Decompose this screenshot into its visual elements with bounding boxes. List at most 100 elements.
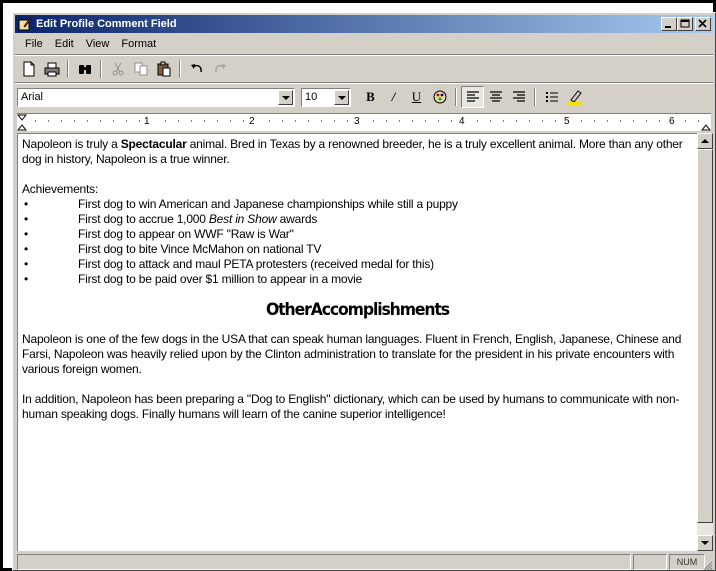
bullet-icon: • — [24, 227, 29, 241]
ruler-tick — [399, 120, 400, 122]
cut-button[interactable] — [106, 58, 129, 80]
toolbar-divider — [15, 82, 713, 84]
chevron-down-icon[interactable] — [334, 89, 349, 105]
list-item-text: First dog to accrue 1,000 — [78, 212, 209, 226]
menu-view[interactable]: View — [80, 35, 116, 53]
color-palette-icon — [433, 90, 446, 104]
find-button[interactable] — [73, 58, 96, 80]
app-icon — [18, 17, 32, 31]
resize-grip-icon[interactable] — [701, 559, 713, 571]
ruler-tick — [646, 120, 647, 122]
highlight-button[interactable] — [563, 86, 586, 108]
bold-button[interactable]: B — [359, 86, 382, 108]
toolbar-separator — [100, 60, 102, 78]
editor-window: Edit Profile Comment Field File Edit Vie… — [12, 12, 716, 571]
list-item-text: First dog to win American and Japanese c… — [78, 197, 458, 211]
left-indent-marker-icon[interactable] — [17, 114, 29, 132]
binoculars-icon — [78, 65, 91, 74]
list-item: • First dog to be paid over $1 million to… — [22, 272, 693, 287]
redo-icon — [214, 64, 226, 73]
achievements-label: Achievements: — [22, 182, 99, 196]
highlighter-icon — [567, 90, 582, 105]
bullet-list-icon — [545, 92, 558, 102]
align-right-button[interactable] — [507, 86, 530, 108]
ruler-tick — [35, 120, 36, 122]
toolbar-separator — [455, 88, 457, 106]
bullet-icon: • — [24, 212, 29, 226]
menu-separator — [15, 54, 713, 56]
underline-icon: U — [411, 89, 422, 104]
ruler-number: 4 — [459, 116, 465, 127]
scroll-down-button[interactable] — [697, 535, 713, 551]
ruler-tick — [48, 120, 49, 122]
bold-icon: B — [366, 89, 375, 104]
ruler-tick — [438, 120, 439, 122]
menu-file[interactable]: File — [19, 35, 49, 53]
standard-toolbar — [17, 57, 711, 81]
new-button[interactable] — [17, 58, 40, 80]
ruler-tick — [308, 120, 309, 122]
status-bar: NUM — [15, 553, 713, 571]
bullet-icon: • — [24, 197, 29, 211]
undo-icon — [190, 64, 202, 73]
ruler-tick — [295, 120, 296, 122]
ruler-tick — [165, 120, 166, 122]
toolbar-separator — [67, 60, 69, 78]
close-button[interactable] — [695, 17, 711, 31]
title-bar[interactable]: Edit Profile Comment Field — [15, 15, 713, 33]
list-item-text: First dog to bite Vince McMahon on natio… — [78, 242, 322, 256]
ruler[interactable]: 1 2 3 4 5 6 — [17, 113, 711, 131]
print-button[interactable] — [40, 58, 63, 80]
ruler-tick — [126, 120, 127, 122]
print-icon — [44, 62, 59, 77]
menu-edit[interactable]: Edit — [49, 35, 80, 53]
ruler-tick — [633, 120, 634, 122]
ruler-tick — [581, 120, 582, 122]
toolbar-separator — [179, 60, 181, 78]
font-name-select[interactable]: Arial — [17, 87, 295, 107]
menu-format[interactable]: Format — [115, 35, 162, 53]
ruler-tick — [217, 120, 218, 122]
ruler-tick — [620, 120, 621, 122]
body-paragraph: In addition, Napoleon has been preparing… — [22, 392, 680, 421]
format-toolbar: Arial 10 B / U — [17, 85, 711, 109]
right-indent-marker-icon[interactable] — [701, 114, 711, 132]
font-size-select[interactable]: 10 — [301, 87, 351, 107]
ruler-number: 1 — [144, 116, 150, 127]
chevron-down-icon[interactable] — [278, 89, 293, 105]
ruler-tick — [477, 120, 478, 122]
minimize-button[interactable] — [661, 17, 677, 31]
list-item-text: First dog to be paid over $1 million to … — [78, 272, 363, 286]
italic-button[interactable]: / — [382, 86, 405, 108]
menu-bar: File Edit View Format — [15, 35, 713, 53]
list-item: • First dog to accrue 1,000 Best in Show … — [22, 212, 693, 227]
ruler-tick — [100, 120, 101, 122]
maximize-icon — [680, 19, 690, 28]
copy-button[interactable] — [129, 58, 152, 80]
ruler-tick — [139, 120, 140, 122]
list-item: • First dog to attack and maul PETA prote… — [22, 257, 693, 272]
ruler-tick — [269, 120, 270, 122]
align-center-button[interactable] — [484, 86, 507, 108]
undo-button[interactable] — [185, 58, 208, 80]
scroll-up-button[interactable] — [697, 133, 713, 149]
intro-paragraph: Napoleon is truly a Spectacular animal. … — [22, 137, 693, 167]
maximize-button[interactable] — [677, 17, 693, 31]
ruler-tick — [74, 120, 75, 122]
comment-editor[interactable]: Napoleon is truly a Spectacular animal. … — [17, 133, 697, 551]
color-button[interactable] — [428, 86, 451, 108]
ruler-tick — [373, 120, 374, 122]
bullets-button[interactable] — [540, 86, 563, 108]
cut-icon — [112, 62, 123, 76]
align-left-button[interactable] — [461, 86, 484, 108]
new-document-icon — [23, 61, 34, 77]
align-right-icon — [512, 91, 525, 102]
vertical-scrollbar[interactable] — [697, 133, 713, 551]
underline-button[interactable]: U — [405, 86, 428, 108]
list-item-text: awards — [276, 212, 318, 226]
scroll-thumb[interactable] — [697, 149, 713, 523]
font-size-value: 10 — [305, 90, 318, 103]
window-title: Edit Profile Comment Field — [36, 18, 177, 30]
redo-button[interactable] — [208, 58, 231, 80]
paste-button[interactable] — [152, 58, 175, 80]
